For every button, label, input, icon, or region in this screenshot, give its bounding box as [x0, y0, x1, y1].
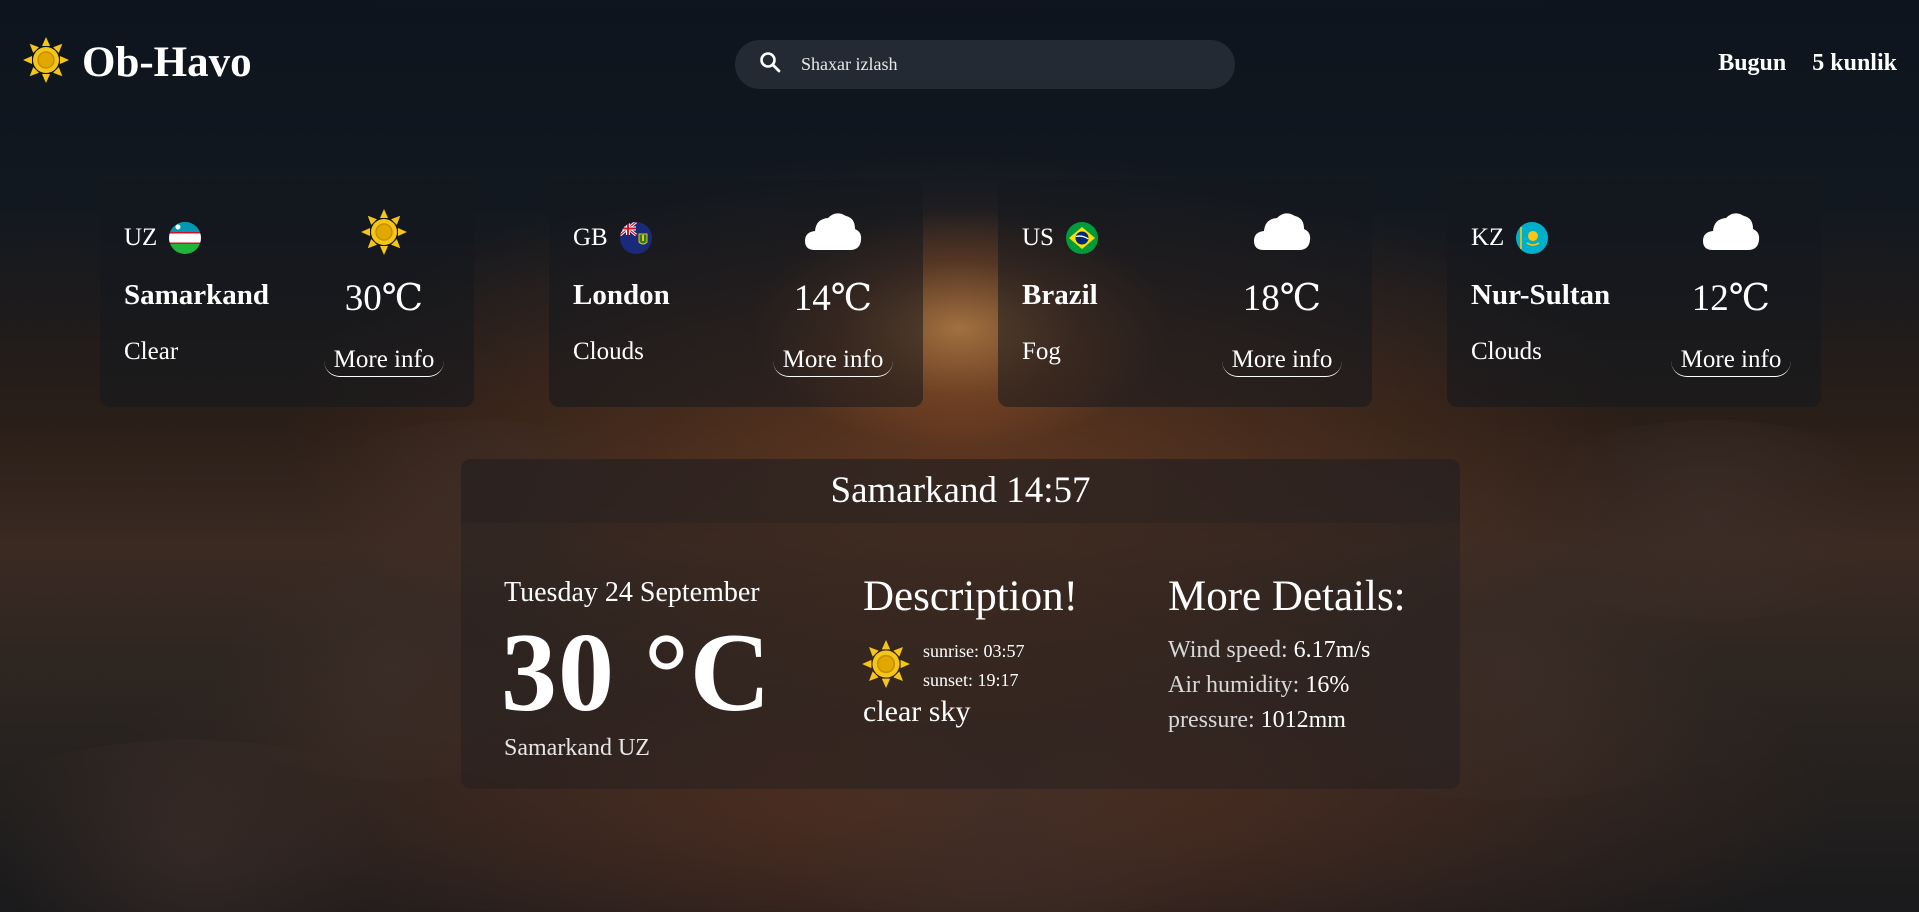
city-name: Brazil	[1022, 279, 1098, 311]
brazil-flag-icon	[1065, 222, 1098, 254]
city-card-brazil[interactable]: US Brazil Fog 18℃ More info	[998, 180, 1372, 407]
city-card-samarkand[interactable]: UZ Samarkand Clear 30℃ More info	[100, 180, 474, 407]
country-code-row: UZ	[124, 222, 202, 254]
country-code: KZ	[1471, 224, 1505, 251]
weather-detail-panel: Samarkand 14:57 Tuesday 24 September 30 …	[461, 459, 1460, 789]
sky-description: clear sky	[863, 695, 971, 728]
country-code: UZ	[124, 224, 158, 251]
nav-today-link[interactable]: Bugun	[1718, 50, 1786, 77]
country-code-row: KZ	[1471, 222, 1549, 254]
search-icon	[759, 51, 781, 78]
sunset-time: sunset: 19:17	[923, 670, 1019, 690]
panel-header: Samarkand 14:57	[461, 459, 1460, 523]
search-input[interactable]	[799, 53, 1203, 76]
sun-icon	[861, 639, 911, 694]
search-bar[interactable]	[735, 40, 1235, 89]
weather-condition: Clear	[124, 338, 179, 365]
country-code: US	[1022, 224, 1054, 251]
brand[interactable]: Ob-Havo	[22, 36, 252, 89]
current-temperature: 30 °C	[501, 611, 772, 735]
country-code-row: US	[1022, 222, 1098, 254]
humidity-row: Air humidity: 16%	[1168, 668, 1370, 703]
sun-icon	[22, 36, 70, 89]
wind-speed-label: Wind speed:	[1168, 637, 1288, 663]
cloud-icon	[803, 208, 863, 256]
city-name: London	[573, 279, 670, 311]
uzbekistan-flag-icon	[169, 222, 202, 254]
sun-icon	[354, 208, 414, 256]
more-info-button[interactable]: More info	[324, 343, 444, 377]
cloud-icon	[1252, 208, 1312, 256]
more-details-heading: More Details:	[1168, 573, 1406, 620]
app-title: Ob-Havo	[82, 39, 252, 86]
temperature: 12℃	[1691, 278, 1771, 319]
weather-condition: Clouds	[1471, 338, 1542, 365]
city-name: Nur-Sultan	[1471, 279, 1611, 311]
weather-stats: Wind speed: 6.17m/s Air humidity: 16% pr…	[1168, 633, 1370, 738]
city-name: Samarkand	[124, 279, 270, 311]
current-date: Tuesday 24 September	[504, 577, 760, 608]
city-card-nur-sultan[interactable]: KZ Nur-Sultan Clouds 12℃ More info	[1447, 180, 1821, 407]
wind-speed-value: 6.17m/s	[1293, 637, 1371, 663]
sun-times: sunrise: 03:57 sunset: 19:17	[923, 637, 1025, 695]
pressure-row: pressure: 1012mm	[1168, 703, 1370, 738]
pressure-label: pressure:	[1168, 707, 1255, 733]
kazakhstan-flag-icon	[1516, 222, 1549, 254]
city-cards: UZ Samarkand Clear 30℃ More info GB Lond…	[100, 180, 1821, 407]
country-code-row: GB	[573, 222, 652, 254]
temperature: 30℃	[344, 278, 424, 319]
more-info-button[interactable]: More info	[1671, 343, 1791, 377]
humidity-value: 16%	[1305, 672, 1350, 698]
wind-speed-row: Wind speed: 6.17m/s	[1168, 633, 1370, 668]
description-heading: Description!	[863, 573, 1078, 620]
weather-condition: Clouds	[573, 338, 644, 365]
temperature: 18℃	[1242, 278, 1322, 319]
top-nav: Bugun 5 kunlik	[1718, 50, 1897, 77]
more-info-button[interactable]: More info	[773, 343, 893, 377]
weather-condition: Fog	[1022, 338, 1061, 365]
country-code: GB	[573, 224, 608, 251]
city-card-london[interactable]: GB London Clouds 14℃ More info	[549, 180, 923, 407]
virgin-islands-flag-icon	[619, 222, 652, 254]
cloud-icon	[1701, 208, 1761, 256]
nav-5-day-link[interactable]: 5 kunlik	[1812, 50, 1897, 77]
sunrise-time: sunrise: 03:57	[923, 641, 1025, 661]
more-info-button[interactable]: More info	[1222, 343, 1342, 377]
temperature: 14℃	[793, 278, 873, 319]
current-location: Samarkand UZ	[504, 735, 650, 761]
pressure-value: 1012mm	[1260, 707, 1346, 733]
humidity-label: Air humidity:	[1168, 672, 1300, 698]
